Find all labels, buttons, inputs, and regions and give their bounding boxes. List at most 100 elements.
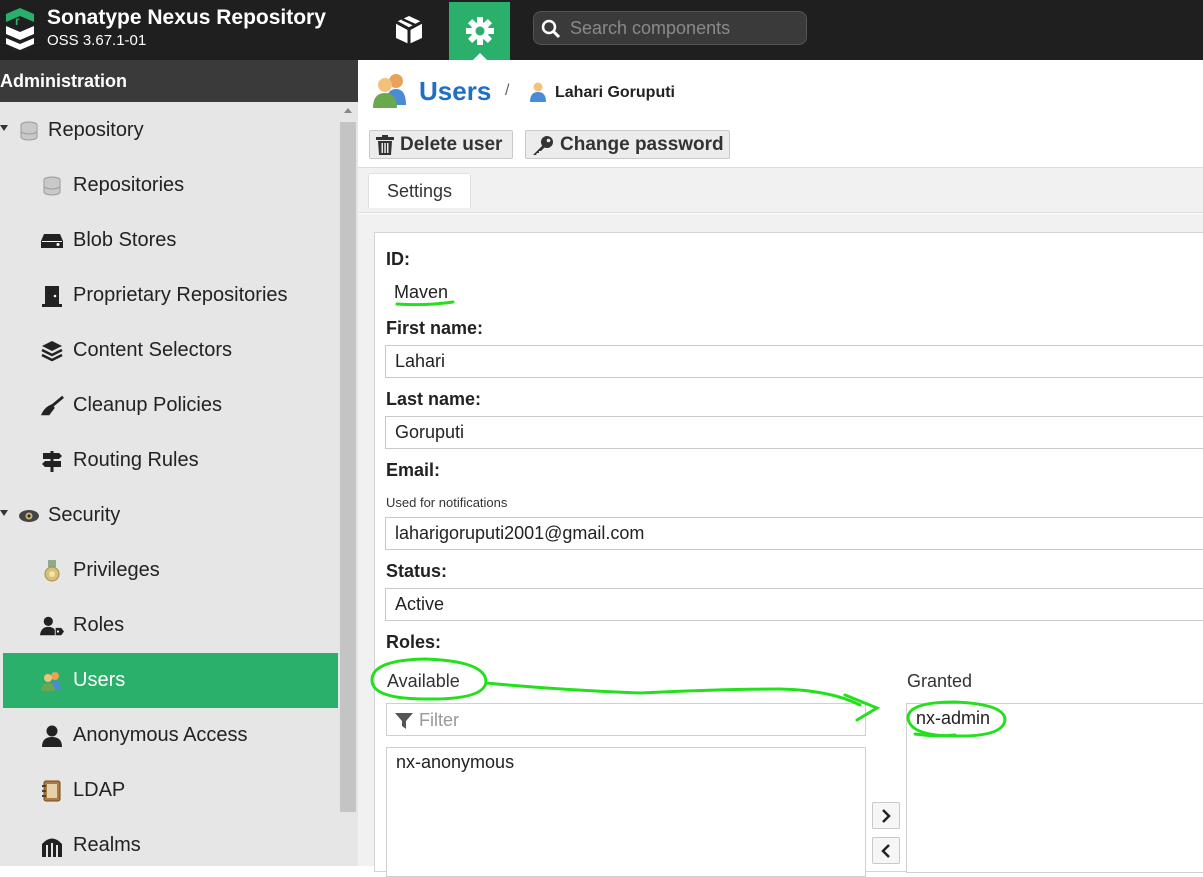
user-icon bbox=[40, 724, 64, 748]
sidebar-item-privileges[interactable]: Privileges bbox=[3, 543, 338, 598]
change-password-label: Change password bbox=[560, 133, 724, 155]
top-bar: r Sonatype Nexus Repository OSS 3.67.1-0… bbox=[0, 0, 1203, 60]
filter-icon bbox=[395, 713, 413, 729]
sidebar-item-label: Realms bbox=[73, 834, 141, 856]
breadcrumb-current-user: Lahari Goruputi bbox=[555, 84, 675, 101]
sidebar-item-label: Roles bbox=[73, 614, 125, 636]
address-book-icon bbox=[40, 779, 64, 803]
available-roles-list[interactable]: nx-anonymous bbox=[386, 747, 866, 877]
breadcrumb-users-link[interactable]: Users bbox=[419, 76, 491, 107]
sidebar-item-label: Users bbox=[73, 669, 126, 691]
sidebar-item-proprietary-repositories[interactable]: Proprietary Repositories bbox=[3, 268, 338, 323]
expand-triangle-icon bbox=[0, 125, 8, 131]
sidebar-item-label: Proprietary Repositories bbox=[73, 284, 288, 306]
key-icon bbox=[533, 135, 553, 155]
list-item[interactable]: nx-admin bbox=[916, 708, 990, 729]
users-icon bbox=[372, 72, 410, 115]
sidebar-scrollbar[interactable] bbox=[340, 122, 356, 812]
gate-icon bbox=[40, 834, 64, 858]
svg-text:r: r bbox=[15, 14, 20, 28]
medal-icon bbox=[40, 559, 64, 583]
sonatype-logo: r bbox=[6, 8, 34, 50]
roles-filter-box[interactable] bbox=[386, 703, 866, 736]
sidebar-item-realms[interactable]: Realms bbox=[3, 818, 338, 873]
sidebar-item-cleanup-policies[interactable]: Cleanup Policies bbox=[3, 378, 338, 433]
browse-button[interactable] bbox=[380, 2, 438, 58]
chevron-left-icon bbox=[881, 843, 890, 858]
layers-icon bbox=[40, 339, 64, 363]
search-icon bbox=[541, 19, 561, 39]
sidebar-item-label: LDAP bbox=[73, 779, 126, 801]
tab-settings[interactable]: Settings bbox=[368, 173, 471, 208]
door-icon bbox=[40, 284, 64, 308]
signpost-icon bbox=[40, 449, 64, 473]
sidebar-item-label: Cleanup Policies bbox=[73, 394, 222, 416]
sidebar-group-security[interactable]: Security bbox=[0, 488, 338, 543]
delete-user-label: Delete user bbox=[400, 133, 503, 155]
users-icon bbox=[40, 669, 64, 693]
sidebar-item-label: Repositories bbox=[73, 174, 185, 196]
sidebar-item-label: Security bbox=[48, 504, 121, 526]
sidebar-item-content-selectors[interactable]: Content Selectors bbox=[3, 323, 338, 378]
tab-bar: Settings bbox=[358, 168, 1203, 213]
sidebar-title: Administration bbox=[0, 60, 358, 102]
sidebar-item-repositories[interactable]: Repositories bbox=[3, 158, 338, 213]
add-role-button[interactable] bbox=[872, 802, 900, 829]
hard-drive-icon bbox=[40, 229, 64, 253]
available-roles-label: Available bbox=[387, 671, 460, 691]
user-icon bbox=[530, 82, 546, 107]
delete-user-button[interactable]: Delete user bbox=[369, 130, 513, 159]
search-box[interactable] bbox=[533, 11, 807, 45]
gear-icon bbox=[465, 17, 494, 45]
sidebar-item-label: Privileges bbox=[73, 559, 160, 581]
email-field[interactable]: laharigoruputi2001@gmail.com bbox=[385, 517, 1203, 550]
database-icon bbox=[17, 119, 41, 143]
expand-triangle-icon bbox=[0, 510, 8, 516]
cube-icon bbox=[395, 16, 423, 44]
user-tag-icon bbox=[40, 614, 64, 638]
sidebar-item-anonymous-access[interactable]: Anonymous Access bbox=[3, 708, 338, 763]
granted-roles-label: Granted bbox=[907, 671, 973, 691]
granted-roles-list[interactable]: nx-admin bbox=[906, 703, 1203, 873]
sidebar-item-roles[interactable]: Roles bbox=[3, 598, 338, 653]
change-password-button[interactable]: Change password bbox=[525, 130, 730, 159]
email-help-text: Used for notifications bbox=[386, 495, 508, 510]
roles-label: Roles: bbox=[386, 632, 442, 652]
last-name-field[interactable]: Goruputi bbox=[385, 416, 1203, 449]
sidebar-item-label: Content Selectors bbox=[73, 339, 232, 361]
chevron-right-icon bbox=[882, 808, 891, 823]
sidebar-item-ldap[interactable]: LDAP bbox=[3, 763, 338, 818]
app-version: OSS 3.67.1-01 bbox=[47, 32, 147, 49]
sidebar-item-label: Blob Stores bbox=[73, 229, 177, 251]
app-title: Sonatype Nexus Repository bbox=[47, 6, 326, 29]
database-icon bbox=[40, 174, 64, 198]
broom-icon bbox=[40, 394, 64, 418]
last-name-label: Last name: bbox=[386, 389, 482, 409]
breadcrumb-separator: / bbox=[505, 82, 510, 99]
search-input[interactable] bbox=[568, 16, 798, 40]
sidebar-group-repository[interactable]: Repository bbox=[0, 103, 338, 158]
sidebar-item-label: Anonymous Access bbox=[73, 724, 248, 746]
sidebar-item-label: Repository bbox=[48, 119, 144, 141]
sidebar-item-label: Routing Rules bbox=[73, 449, 199, 471]
sidebar-item-routing-rules[interactable]: Routing Rules bbox=[3, 433, 338, 488]
first-name-field[interactable]: Lahari bbox=[385, 345, 1203, 378]
administration-button[interactable] bbox=[449, 2, 510, 60]
email-label: Email: bbox=[386, 460, 441, 480]
status-label: Status: bbox=[386, 561, 448, 581]
sidebar: Administration Repository Repositories B… bbox=[0, 60, 358, 866]
id-value: Maven bbox=[394, 282, 449, 302]
status-select[interactable]: Active bbox=[385, 588, 1203, 621]
sidebar-item-blob-stores[interactable]: Blob Stores bbox=[3, 213, 338, 268]
user-settings-form: ID: Maven First name: Lahari Last name: … bbox=[374, 232, 1203, 877]
trash-icon bbox=[376, 134, 394, 155]
sidebar-item-users[interactable]: Users bbox=[3, 653, 338, 708]
scroll-up-arrow-icon[interactable] bbox=[344, 108, 352, 113]
id-label: ID: bbox=[386, 249, 410, 269]
roles-filter-input[interactable] bbox=[417, 709, 817, 731]
active-caret bbox=[473, 53, 487, 60]
list-item[interactable]: nx-anonymous bbox=[396, 752, 514, 773]
eye-icon bbox=[17, 504, 41, 528]
remove-role-button[interactable] bbox=[872, 837, 900, 864]
first-name-label: First name: bbox=[386, 318, 484, 338]
